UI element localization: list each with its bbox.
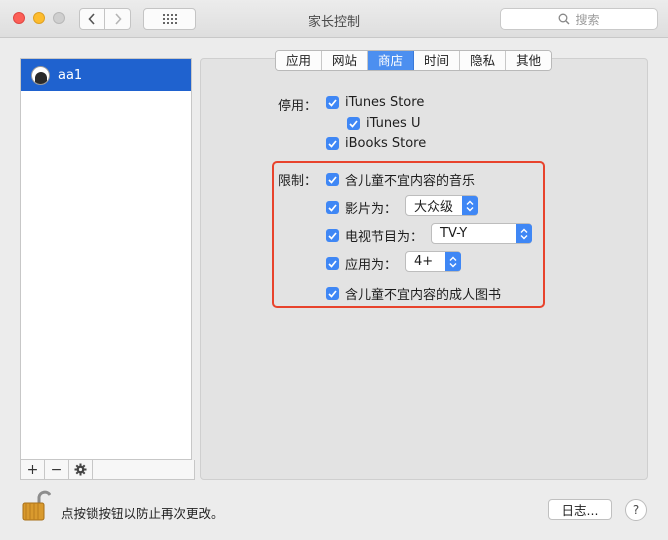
search-field[interactable]: 搜索 <box>500 8 658 30</box>
remove-user-button[interactable]: − <box>45 460 69 479</box>
add-user-button[interactable]: + <box>21 460 45 479</box>
user-options-button[interactable] <box>69 460 93 479</box>
help-icon: ? <box>632 503 640 517</box>
restrict-explicit-books[interactable]: 含儿童不宜内容的成人图书 <box>326 284 501 303</box>
checkbox-checked-icon[interactable] <box>326 229 339 242</box>
user-name: aa1 <box>58 67 83 83</box>
checkbox-label: iBooks Store <box>345 136 427 151</box>
checkbox-checked-icon[interactable] <box>326 173 339 186</box>
disable-itunes-store[interactable]: iTunes Store <box>326 95 424 110</box>
disable-ibooks-store[interactable]: iBooks Store <box>326 136 426 151</box>
movies-rating-select[interactable]: 大众级 <box>405 195 478 216</box>
checkbox-label: iTunes U <box>366 116 421 131</box>
checkbox-label: iTunes Store <box>345 95 425 110</box>
avatar-icon <box>31 65 50 85</box>
tab-time[interactable]: 时间 <box>414 51 461 70</box>
lock-button[interactable] <box>21 489 52 521</box>
tab-other[interactable]: 其他 <box>506 51 552 70</box>
tab-privacy[interactable]: 隐私 <box>460 51 507 70</box>
select-value: 4+ <box>414 254 434 269</box>
minus-icon: − <box>50 461 63 478</box>
help-button[interactable]: ? <box>625 499 647 521</box>
updown-arrows-icon <box>462 196 478 215</box>
checkbox-label: 电视节目为： <box>345 230 424 245</box>
title-bar: 家长控制 搜索 <box>0 0 668 38</box>
checkbox-label: 含儿童不宜内容的音乐 <box>345 174 476 189</box>
checkbox-checked-icon[interactable] <box>326 201 339 214</box>
restrict-apps[interactable]: 应用为： <box>326 254 397 273</box>
checkbox-checked-icon[interactable] <box>326 137 339 150</box>
checkbox-label: 影片为： <box>345 202 398 217</box>
disable-label: 停用： <box>278 99 318 114</box>
tab-apps[interactable]: 应用 <box>276 51 323 70</box>
restrict-tv[interactable]: 电视节目为： <box>326 226 423 245</box>
checkbox-checked-icon[interactable] <box>347 117 360 130</box>
user-list-toolbar: + − <box>20 460 195 480</box>
unlocked-lock-icon <box>22 490 52 521</box>
updown-arrows-icon <box>445 252 461 271</box>
user-list: aa1 <box>20 58 192 460</box>
restrict-label: 限制： <box>278 174 318 189</box>
search-placeholder: 搜索 <box>575 12 600 27</box>
select-value: 大众级 <box>414 200 454 215</box>
checkbox-label: 含儿童不宜内容的成人图书 <box>345 288 502 303</box>
gear-icon <box>74 463 87 476</box>
search-icon <box>559 13 570 25</box>
checkbox-checked-icon[interactable] <box>326 96 339 109</box>
tv-rating-select[interactable]: TV-Y <box>431 223 532 244</box>
checkbox-checked-icon[interactable] <box>326 257 339 270</box>
user-item-aa1[interactable]: aa1 <box>21 59 191 91</box>
tab-web[interactable]: 网站 <box>322 51 369 70</box>
logs-button[interactable]: 日志... <box>548 499 612 520</box>
plus-icon: + <box>26 461 39 478</box>
checkbox-label: 应用为： <box>345 258 398 273</box>
restrict-explicit-music[interactable]: 含儿童不宜内容的音乐 <box>326 170 475 189</box>
lock-hint-text: 点按锁按钮以防止再次更改。 <box>61 506 224 521</box>
disable-itunes-u[interactable]: iTunes U <box>347 116 420 131</box>
apps-rating-select[interactable]: 4+ <box>405 251 461 272</box>
select-value: TV-Y <box>440 226 468 241</box>
updown-arrows-icon <box>516 224 532 243</box>
checkbox-checked-icon[interactable] <box>326 287 339 300</box>
tab-bar: 应用 网站 商店 时间 隐私 其他 <box>275 50 553 71</box>
restrict-movies[interactable]: 影片为： <box>326 198 397 217</box>
tab-stores[interactable]: 商店 <box>368 51 415 70</box>
